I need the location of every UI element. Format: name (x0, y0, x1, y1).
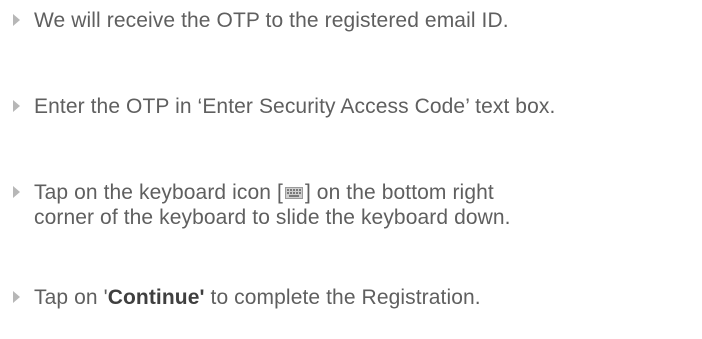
instruction-step-4-suffix: to complete the Registration. (204, 286, 481, 309)
triangle-bullet-icon (0, 8, 34, 32)
instruction-step-3-text: Tap on the keyboard icon [ ] on the botto… (34, 180, 511, 230)
triangle-bullet-icon (0, 285, 34, 309)
triangle-bullet-icon (0, 94, 34, 118)
instruction-step-3-line2: corner of the keyboard to slide the keyb… (34, 206, 511, 229)
instruction-step-4-prefix: Tap on ' (34, 286, 108, 309)
instruction-step-2-text: Enter the OTP in ‘Enter Security Access … (34, 95, 556, 118)
instruction-steps: We will receive the OTP to the registere… (0, 0, 702, 339)
instruction-step-1: We will receive the OTP to the registere… (0, 8, 702, 33)
keyboard-icon (284, 180, 303, 205)
instruction-step-4-text: Tap on 'Continue' to complete the Regist… (34, 285, 481, 310)
instruction-step-2: Enter the OTP in ‘Enter Security Access … (0, 94, 702, 119)
instruction-step-3-line1-end: ] on the bottom right (304, 181, 494, 204)
instruction-step-4: Tap on 'Continue' to complete the Regist… (0, 285, 702, 310)
instruction-step-1-text: We will receive the OTP to the registere… (34, 9, 509, 32)
instruction-step-3-line1-start: Tap on the keyboard icon [ (34, 181, 283, 204)
continue-label: Continue' (107, 286, 205, 309)
instruction-step-3: Tap on the keyboard icon [ ] on the botto… (0, 180, 702, 230)
triangle-bullet-icon (0, 180, 34, 204)
